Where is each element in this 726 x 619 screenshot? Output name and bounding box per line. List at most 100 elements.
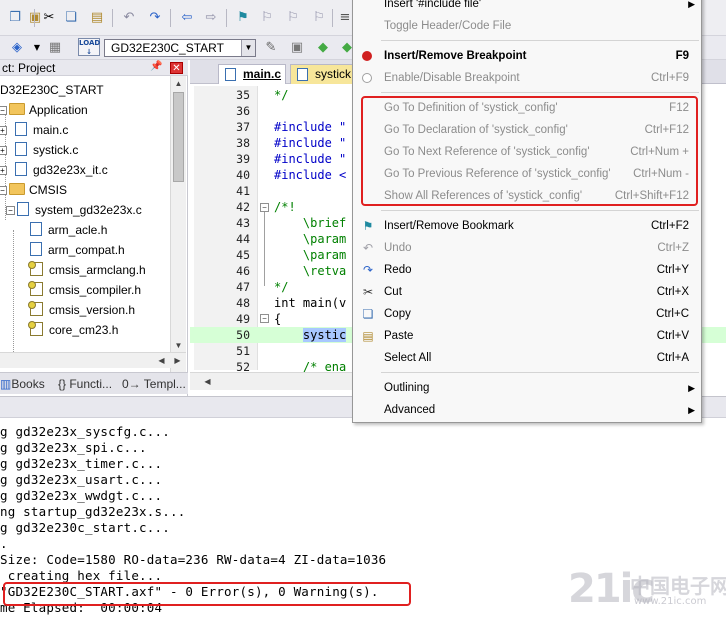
bookmark-clear-icon[interactable]: ⚐ [310, 9, 328, 27]
line-number: 47 [236, 280, 250, 294]
undo-icon: ↶ [362, 241, 374, 255]
bookmark-next-icon[interactable]: ⚐ [284, 9, 302, 27]
tree-vertical-scrollbar[interactable]: ▲ ▼ [170, 76, 186, 372]
collapse-icon[interactable]: − [6, 206, 15, 215]
menu-separator [381, 372, 699, 373]
line-number: 48 [236, 296, 250, 310]
paste-icon: ▤ [362, 329, 374, 343]
scroll-up-icon[interactable]: ▲ [171, 76, 186, 91]
menu-item-insert-include-file[interactable]: Insert '#include file' ▶ [353, 0, 701, 15]
chevron-down-icon[interactable]: ▼ [241, 40, 255, 56]
menu-separator [381, 40, 699, 41]
tab-books[interactable]: ▥Books [0, 375, 45, 393]
panel-header: ct: Project 📌 ✕ [0, 60, 188, 76]
tree-item-application[interactable]: − Application [0, 100, 88, 120]
tree-item-main-c[interactable]: + main.c [0, 120, 68, 140]
tree-item-systick-c[interactable]: + systick.c [0, 140, 78, 160]
bookmark-prev-icon[interactable]: ⚐ [258, 9, 276, 27]
output-line: g gd32e230c_start.c... [0, 520, 170, 535]
tree-horizontal-scrollbar[interactable]: ◀ ▶ [0, 352, 186, 368]
tree-item-header[interactable]: arm_compat.h [30, 240, 125, 260]
menu-item-redo[interactable]: ↷ Redo Ctrl+Y [353, 259, 701, 281]
paste-icon[interactable]: ▤ [88, 9, 106, 27]
translate-icon[interactable]: ◈ [8, 39, 26, 57]
close-icon[interactable]: ✕ [170, 62, 183, 74]
tab-systick[interactable]: systick [290, 64, 360, 84]
collapse-icon[interactable]: − [0, 106, 7, 115]
scroll-thumb[interactable] [173, 92, 184, 182]
scroll-down-icon[interactable]: ▼ [171, 338, 186, 353]
breakpoint-disabled-icon [362, 73, 372, 83]
options-wand-icon[interactable]: ✎ [262, 39, 280, 57]
c-file-icon [15, 142, 27, 156]
expand-icon[interactable]: + [0, 126, 7, 135]
pack-installer-icon[interactable]: ◆ [314, 39, 332, 57]
menu-item-outlining[interactable]: Outlining ▶ [353, 377, 701, 399]
c-file-icon [15, 162, 27, 176]
selected-symbol[interactable]: systic [302, 328, 347, 342]
menu-item-shortcut: Ctrl+X [656, 286, 689, 298]
menu-item-label: Paste [384, 330, 414, 342]
pin-icon[interactable]: 📌 [150, 61, 162, 72]
menu-item-shortcut: Ctrl+F2 [650, 220, 689, 232]
nav-forward-icon[interactable]: ⇨ [202, 9, 220, 27]
menu-item-insert-remove-bookmark[interactable]: ⚑ Insert/Remove Bookmark Ctrl+F2 [353, 215, 701, 237]
scroll-left-icon[interactable]: ◀ [200, 374, 215, 389]
tree-item-header[interactable]: cmsis_compiler.h [28, 280, 141, 300]
tree-item-header[interactable]: cmsis_armclang.h [28, 260, 146, 280]
menu-item-select-all[interactable]: Select All Ctrl+A [353, 347, 701, 369]
tab-templates[interactable]: 0→ Templ... [122, 375, 186, 393]
tree-label: arm_compat.h [48, 243, 125, 257]
code-text: /*! [274, 200, 296, 214]
copy-icon[interactable]: ❏ [62, 9, 80, 27]
output-line: ng startup_gd32e23x.s... [0, 504, 186, 519]
tree-item-cmsis[interactable]: − CMSIS [0, 180, 67, 200]
scroll-right-icon[interactable]: ▶ [170, 353, 185, 368]
editor-horizontal-scrollbar[interactable]: ◀ [190, 372, 354, 390]
tree-item-system-c[interactable]: − system_gd32e23x.c [6, 200, 142, 220]
fold-toggle-icon[interactable]: − [260, 314, 269, 323]
tree-item-header[interactable]: core_cm23.h [28, 320, 118, 340]
tree-item-it-c[interactable]: + gd32e23x_it.c [0, 160, 108, 180]
fold-toggle-icon[interactable]: − [260, 203, 269, 212]
tree-label: arm_acle.h [48, 223, 108, 237]
panel-tabs: ▥Books {} Functi... 0→ Templ... [0, 372, 188, 394]
line-number: 42 [236, 200, 250, 214]
folder-icon [9, 183, 25, 195]
menu-item-advanced[interactable]: Advanced ▶ [353, 399, 701, 421]
code-text: systic [274, 327, 347, 343]
scroll-left-icon[interactable]: ◀ [154, 353, 169, 368]
cut-icon[interactable]: ✂ [40, 9, 58, 27]
line-number: 51 [236, 344, 250, 358]
menu-item-insert-remove-breakpoint[interactable]: Insert/Remove Breakpoint F9 [353, 45, 701, 67]
load-button[interactable]: LOAD ↓ [78, 38, 100, 56]
expand-icon[interactable]: + [0, 146, 7, 155]
menu-item-copy[interactable]: ❏ Copy Ctrl+C [353, 303, 701, 325]
tree-item-header[interactable]: cmsis_version.h [28, 300, 135, 320]
copy-icon[interactable]: ❐ [6, 9, 24, 27]
output-line: Size: Code=1580 RO-data=236 RW-data=4 ZI… [0, 552, 387, 567]
menu-item-toggle-header-code-file[interactable]: Toggle Header/Code File [353, 15, 701, 37]
include-file-icon [28, 321, 43, 336]
expand-icon[interactable]: + [0, 166, 7, 175]
menu-item-paste[interactable]: ▤ Paste Ctrl+V [353, 325, 701, 347]
nav-back-icon[interactable]: ⇦ [178, 9, 196, 27]
menu-item-enable-disable-breakpoint[interactable]: Enable/Disable Breakpoint Ctrl+F9 [353, 67, 701, 89]
output-line: g gd32e23x_syscfg.c... [0, 424, 170, 439]
batch-build-icon[interactable]: ▦ [46, 39, 64, 57]
menu-item-cut[interactable]: ✂ Cut Ctrl+X [353, 281, 701, 303]
tab-main-c[interactable]: main.c [218, 64, 286, 84]
tree-item-target[interactable]: D32E230C_START [0, 80, 104, 100]
manage-components-icon[interactable]: ▣ [288, 39, 306, 57]
tab-functions[interactable]: {} Functi... [58, 375, 112, 393]
target-select[interactable]: GD32E230C_START ▼ [104, 39, 256, 57]
collapse-icon[interactable]: − [0, 186, 7, 195]
tree-item-header[interactable]: arm_acle.h [30, 220, 107, 240]
redo-icon[interactable]: ↷ [146, 9, 164, 27]
undo-icon[interactable]: ↶ [120, 9, 138, 27]
menu-item-undo[interactable]: ↶ Undo Ctrl+Z [353, 237, 701, 259]
chevron-down-icon[interactable]: ▼ [28, 39, 46, 57]
c-file-icon [225, 68, 236, 81]
line-number: 45 [236, 248, 250, 262]
bookmark-flag-icon[interactable]: ⚑ [234, 9, 252, 27]
